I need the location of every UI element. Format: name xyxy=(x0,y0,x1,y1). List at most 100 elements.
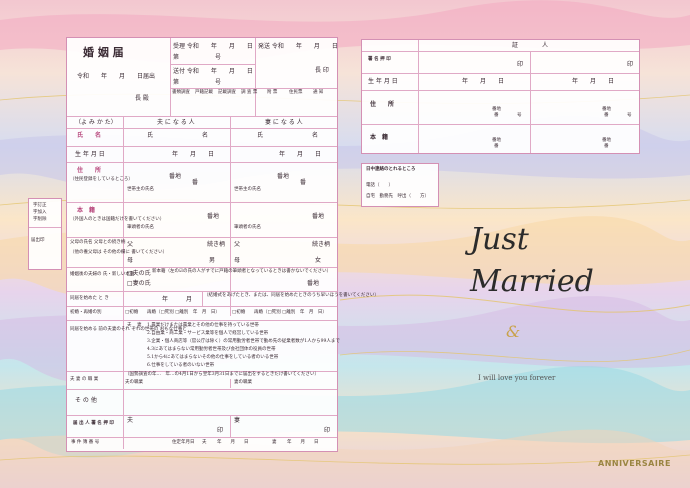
office-col-3: 調 査 票 xyxy=(241,90,258,95)
wife-signature-mark[interactable]: 妻 xyxy=(234,418,240,424)
wife-banchi[interactable]: 番地 xyxy=(277,174,289,180)
wife-header: 妻 に な る 人 xyxy=(265,119,303,126)
wife-honseki-banchi[interactable]: 番地 xyxy=(312,214,324,220)
wife-birthdate[interactable]: 年 月 日 xyxy=(279,152,321,158)
wife-ban[interactable]: 番 xyxy=(300,180,306,186)
wife-remarriage[interactable]: 再婚（□死別 □離別 年 月 日） xyxy=(254,310,327,316)
husband-signature-mark[interactable]: 夫 xyxy=(127,418,133,424)
husband-ban[interactable]: 番 xyxy=(192,180,198,186)
witness-form: 証 人 署 名 押 印 印 印 生 年 月 日 年 月 日 年 月 日 住 所 … xyxy=(361,39,640,154)
wife-given-name[interactable]: 名 xyxy=(312,133,318,139)
residence-wife-mark[interactable]: 妻 xyxy=(272,440,277,446)
new-honseki-banchi[interactable]: 番地 xyxy=(307,281,319,287)
occupation-husband-mark[interactable]: 夫 xyxy=(127,323,132,329)
contact-phone-type[interactable]: 自宅 勤務先 呼出（ 方） xyxy=(366,194,429,200)
parents-note: （他の養父母は その他の欄に 書いてください） xyxy=(70,250,168,255)
husband-honseki-banchi[interactable]: 番地 xyxy=(207,214,219,220)
wife-first-marriage[interactable]: □初婚 xyxy=(232,310,245,316)
recipient-suffix: 長 殿 xyxy=(135,95,149,102)
reception-number[interactable]: 第 号 xyxy=(173,55,221,61)
delivery-suffix: 長 印 xyxy=(315,67,329,74)
delivery-date[interactable]: 発送 令和 年 月 日 xyxy=(258,44,338,50)
correction-box: 字訂正 字加入 字削除 届出印 xyxy=(28,198,62,270)
notifier-seal-label: 届出印 xyxy=(31,238,45,243)
wife-surname-option[interactable]: □妻の氏 xyxy=(127,281,151,287)
marriage-form: 婚 姻 届 令和 年 月 日届出 長 殿 受理 令和 年 月 日 第 号 送付 … xyxy=(66,37,379,452)
husband-family-name[interactable]: 氏 xyxy=(147,133,153,139)
wife-seal[interactable]: 印 xyxy=(324,428,330,434)
residence-date[interactable]: 年 月 日 xyxy=(217,440,249,446)
witness2-address-ban[interactable]: 番 xyxy=(604,113,609,119)
husband-header: 夫 に な る 人 xyxy=(157,119,195,126)
witness-birth-label: 生 年 月 日 xyxy=(368,78,398,85)
wife-family-name[interactable]: 氏 xyxy=(257,133,263,139)
occupation-option-1[interactable]: 1.農業だけまたは農業とその他の仕事を持っている世帯 xyxy=(147,323,259,329)
witness2-address-banchi[interactable]: 番地 xyxy=(602,107,611,113)
witness2-honseki-banchi[interactable]: 番地 xyxy=(602,138,611,144)
witness2-address-go[interactable]: 号 xyxy=(627,113,632,119)
correction-label-0: 字訂正 xyxy=(33,203,47,208)
honseki-label: 本 籍 xyxy=(77,207,96,214)
husband-surname-option[interactable]: □夫の氏 xyxy=(127,271,151,277)
husband-seal[interactable]: 印 xyxy=(217,428,223,434)
residence-husband-mark[interactable]: 夫 xyxy=(202,440,207,446)
witness1-honseki-ban[interactable]: 番 xyxy=(494,144,499,150)
witness1-seal[interactable]: 印 xyxy=(517,62,523,68)
occupation-option-5[interactable]: 5.1から4にあてはまらないその他の仕事をしている者のいる世帯 xyxy=(147,355,278,361)
residence-date-label: 住定年月日 xyxy=(172,440,195,445)
witness2-honseki-ban[interactable]: 番 xyxy=(604,144,609,150)
wife-mother[interactable]: 母 xyxy=(234,258,240,264)
residence-date-wife[interactable]: 年 月 日 xyxy=(287,440,319,446)
wife-father[interactable]: 父 xyxy=(234,242,240,248)
office-col-4: 附 票 xyxy=(267,90,278,95)
cohabit-date[interactable]: 年 月 xyxy=(162,297,192,303)
occupation-option-3[interactable]: 3.企業・個人商店等（官公庁は除く）の常用勤労者世帯で勤め先の従業者数が1人から… xyxy=(147,339,340,345)
husband-mother[interactable]: 母 xyxy=(127,258,133,264)
husband-birthdate[interactable]: 年 月 日 xyxy=(172,152,214,158)
husband-remarriage[interactable]: 再婚（□死別 □離別 年 月 日） xyxy=(147,310,220,316)
husband-father[interactable]: 父 xyxy=(127,242,133,248)
husband-given-name[interactable]: 名 xyxy=(202,133,208,139)
office-col-5: 住民票 xyxy=(289,90,303,95)
witness-header: 証 人 xyxy=(512,42,549,49)
husband-son[interactable]: 男 xyxy=(209,258,215,264)
husband-job[interactable]: 夫の職業 xyxy=(125,380,143,386)
witness1-address-go[interactable]: 号 xyxy=(517,113,522,119)
witness1-birthdate[interactable]: 年 月 日 xyxy=(462,79,504,85)
witness1-address-ban[interactable]: 番 xyxy=(494,113,499,119)
cohabit-note: （結婚式をあげたとき、または、同居を始めたときのうち早いほうを書いてください） xyxy=(204,293,379,298)
witness-address-label: 住 所 xyxy=(370,101,395,108)
witness2-seal[interactable]: 印 xyxy=(627,62,633,68)
wife-job[interactable]: 妻の職業 xyxy=(234,380,252,386)
witness1-honseki-banchi[interactable]: 番地 xyxy=(492,138,501,144)
occupation-option-6[interactable]: 6.仕事をしている者のいない世帯 xyxy=(147,363,214,369)
just-text: Just xyxy=(470,222,529,257)
wife-daughter[interactable]: 女 xyxy=(315,258,321,264)
office-col-0: 書類調査 xyxy=(172,90,190,95)
new-honseki-text[interactable]: 新本籍（左の☑の氏の人がすでに戸籍の筆頭者となっているときは書かないでください） xyxy=(152,269,331,275)
wife-head-of-registry[interactable]: 筆頭者の氏名 xyxy=(234,225,261,231)
job-label: 夫 妻 の 職 業 xyxy=(70,377,99,382)
contact-title: 日中連絡のとれるところ xyxy=(366,167,416,172)
office-col-2: 記載調査 xyxy=(218,90,236,95)
husband-head-of-registry[interactable]: 筆頭者の氏名 xyxy=(127,225,154,231)
forward-number[interactable]: 第 号 xyxy=(173,80,221,86)
ampersand: & xyxy=(506,322,521,341)
witness1-address-banchi[interactable]: 番地 xyxy=(492,107,501,113)
wife-head-of-household[interactable]: 世帯主の氏名 xyxy=(234,187,261,193)
office-col-6: 通 知 xyxy=(313,90,324,95)
witness-honseki-label: 本 籍 xyxy=(370,134,389,141)
occupation-option-4[interactable]: 4.3にあてはまらない常用勤労者世帯及び会社団体の役員の世帯 xyxy=(147,347,275,353)
cohabit-label: 同居を始めた と き xyxy=(70,296,109,301)
name-label: 氏 名 xyxy=(77,132,102,139)
occupation-option-2[interactable]: 2.自由業・商工業・サービス業等を個人で経営している世帯 xyxy=(147,331,268,337)
occupation-wife-mark[interactable]: 妻 xyxy=(137,323,142,329)
reception-date[interactable]: 受理 令和 年 月 日 xyxy=(173,44,253,50)
contact-phone[interactable]: 電話（ ） xyxy=(366,183,393,189)
notification-date[interactable]: 令和 年 月 日届出 xyxy=(77,74,155,80)
witness2-birthdate[interactable]: 年 月 日 xyxy=(572,79,614,85)
husband-banchi[interactable]: 番地 xyxy=(169,174,181,180)
husband-head-of-household[interactable]: 世帯主の氏名 xyxy=(127,187,154,193)
forward-date[interactable]: 送付 令和 年 月 日 xyxy=(173,69,253,75)
husband-first-marriage[interactable]: □初婚 xyxy=(125,310,138,316)
